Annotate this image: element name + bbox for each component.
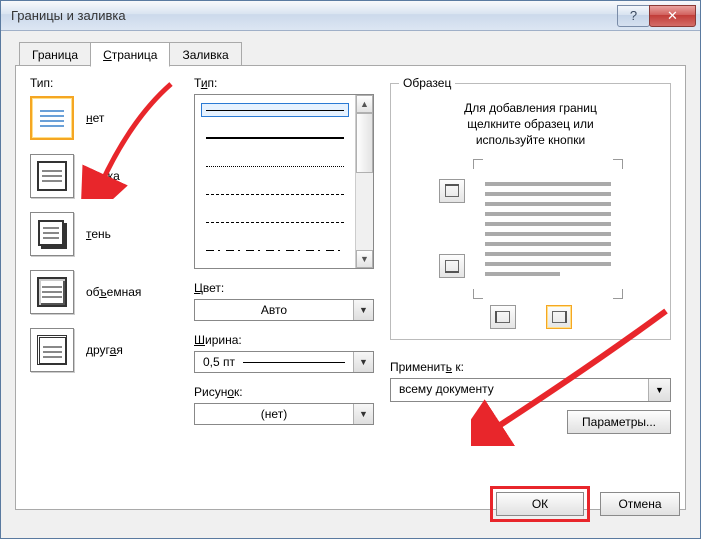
tab-borders[interactable]: Граница [19,42,91,66]
setting-list: нет рамка тень [30,96,178,372]
setting-label: нет [86,111,104,125]
scroll-up-icon[interactable]: ▲ [356,95,373,113]
dialog-buttons: ОК Отмена [490,486,680,522]
style-listbox[interactable]: ▲ ▼ [194,94,374,269]
setting-label: другая [86,343,123,357]
tab-row: Граница Страница Заливка [19,42,686,66]
style-column: Тип: ▲ ▼ [194,76,374,499]
style-list-inner [195,95,355,268]
preview-hint: Для добавления границ щелкните образец и… [399,100,662,149]
scroll-thumb[interactable] [356,113,373,173]
tab-panel: Тип: нет рамка [15,65,686,510]
setting-label: тень [86,227,111,241]
border-right-button[interactable] [546,305,572,329]
scroll-down-icon[interactable]: ▼ [356,250,373,268]
preview-column: Образец Для добавления границ щелкните о… [390,76,671,499]
tab-shading[interactable]: Заливка [169,42,241,66]
chevron-down-icon: ▼ [353,300,373,320]
style-heading: Тип: [194,76,374,90]
color-combo[interactable]: Авто ▼ [194,299,374,321]
window-buttons: ? ✕ [618,5,696,27]
window-title: Границы и заливка [11,8,618,23]
chevron-down-icon: ▼ [353,404,373,424]
color-heading: Цвет: [194,281,374,295]
options-button[interactable]: Параметры... [567,410,671,434]
tab-label: Заливка [182,48,228,62]
preview-bottom-buttons [399,305,662,329]
preview-side-buttons [439,159,465,299]
border-top-button[interactable] [439,179,465,203]
setting-none[interactable]: нет [30,96,178,140]
scroll-track[interactable] [356,173,373,250]
setting-none-icon [30,96,74,140]
art-heading: Рисунок: [194,385,374,399]
ok-button[interactable]: ОК [496,492,584,516]
style-solid-thin[interactable] [201,103,349,117]
tab-label: Граница [32,48,78,62]
color-value: Авто [195,303,353,317]
style-dashed[interactable] [201,215,349,229]
border-bottom-button[interactable] [439,254,465,278]
setting-shadow[interactable]: тень [30,212,178,256]
art-value: (нет) [195,407,353,421]
setting-heading: Тип: [30,76,178,90]
setting-box-icon [30,154,74,198]
chevron-down-icon: ▼ [353,352,373,372]
width-value: 0,5 пт [195,355,353,369]
params-row: Параметры... [390,410,671,434]
preview-area [399,159,662,299]
setting-label: объемная [86,285,141,299]
setting-custom[interactable]: другая [30,328,178,372]
style-dashed-fine[interactable] [201,187,349,201]
style-dotted[interactable] [201,159,349,173]
titlebar: Границы и заливка ? ✕ [1,1,700,31]
setting-3d-icon [30,270,74,314]
tab-page[interactable]: Страница [90,42,170,67]
art-combo[interactable]: (нет) ▼ [194,403,374,425]
width-preview-line [243,362,345,363]
setting-shadow-icon [30,212,74,256]
cancel-button[interactable]: Отмена [600,492,680,516]
setting-custom-icon [30,328,74,372]
setting-box[interactable]: рамка [30,154,178,198]
dialog-body: Граница Страница Заливка Тип: нет [1,31,700,538]
apply-combo[interactable]: всему документу ▼ [390,378,671,402]
style-dashdot[interactable] [201,243,349,257]
style-scrollbar[interactable]: ▲ ▼ [355,95,373,268]
help-button[interactable]: ? [617,5,650,27]
tab-label: Страница [103,48,157,62]
width-heading: Ширина: [194,333,374,347]
border-left-button[interactable] [490,305,516,329]
preview-legend: Образец [399,76,455,90]
width-combo[interactable]: 0,5 пт ▼ [194,351,374,373]
preview-page[interactable] [473,159,623,299]
dialog-window: Границы и заливка ? ✕ Граница Страница З… [0,0,701,539]
apply-row: Применить к: всему документу ▼ [390,360,671,402]
style-solid-thick[interactable] [201,131,349,145]
apply-label: Применить к: [390,360,671,374]
setting-column: Тип: нет рамка [30,76,178,499]
chevron-down-icon: ▼ [648,379,670,401]
ok-highlight-annotation: ОК [490,486,590,522]
close-button[interactable]: ✕ [649,5,696,27]
setting-label: рамка [86,169,120,183]
apply-value: всему документу [391,379,648,401]
setting-3d[interactable]: объемная [30,270,178,314]
preview-group: Образец Для добавления границ щелкните о… [390,76,671,340]
